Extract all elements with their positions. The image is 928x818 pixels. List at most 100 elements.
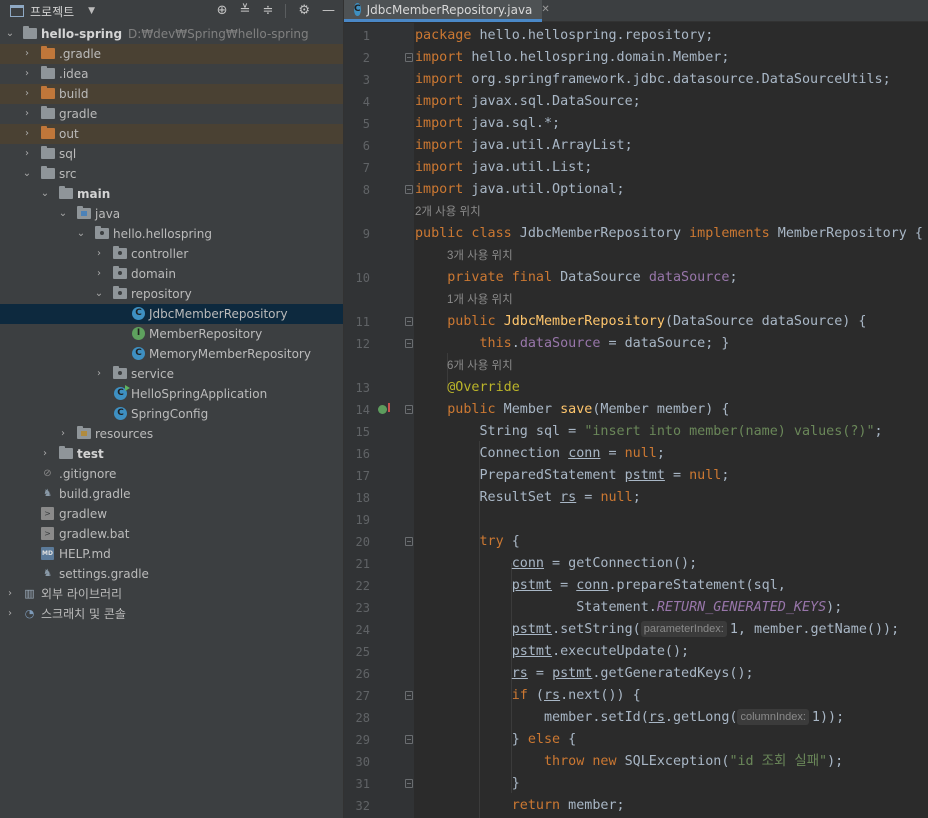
tree-item-label: .gradle [59,47,102,61]
tree-item-settings-gradle[interactable]: ♞ settings.gradle [0,564,343,584]
chevron-down-icon[interactable]: ▼ [88,6,95,16]
chevron-right-icon[interactable]: › [21,144,33,164]
code-text: try { [479,534,520,549]
tree-item-memory-member-repository[interactable]: C MemoryMemberRepository [0,344,343,364]
expand-all-icon[interactable]: ≚ [240,0,251,22]
console-icon: ◔ [24,607,35,620]
fold-marker-icon[interactable] [405,405,413,414]
line-number: 2 [362,51,370,65]
line-number: 5 [362,117,370,131]
chevron-right-icon[interactable]: › [21,44,33,64]
chevron-right-icon[interactable]: › [21,124,33,144]
chevron-right-icon[interactable]: › [4,584,16,604]
chevron-right-icon[interactable]: › [57,424,69,444]
chevron-down-icon[interactable]: ⌄ [93,284,105,304]
chevron-right-icon[interactable]: › [93,264,105,284]
collapse-all-icon[interactable]: ≑ [262,0,273,22]
class-icon: C [132,347,145,360]
fold-marker-icon[interactable] [405,53,413,62]
tree-item-label: MemoryMemberRepository [149,347,311,361]
chevron-right-icon[interactable]: › [93,364,105,384]
tree-item-build-gradle[interactable]: ♞ build.gradle [0,484,343,504]
tree-item-java[interactable]: ⌄ java [0,204,343,224]
project-panel: 프로젝트 ▼ ⊕ ≚ ≑ ⚙ — ⌄ hello-spring D:₩dev₩Sp… [0,0,343,818]
line-number: 6 [362,139,370,153]
tree-item-main[interactable]: ⌄ main [0,184,343,204]
fold-marker-icon[interactable] [405,317,413,326]
tree-item-spring-config[interactable]: C SpringConfig [0,404,343,424]
tree-item-label: 외부 라이브러리 [41,587,123,601]
project-panel-title[interactable]: 프로젝트 [30,3,74,20]
tree-item-label: HelloSpringApplication [131,387,268,401]
tree-item-jdbc-member-repository[interactable]: C JdbcMemberRepository [0,304,343,324]
tree-item-hello-hellospring[interactable]: ⌄ hello.hellospring [0,224,343,244]
close-icon[interactable]: ✕ [541,4,549,15]
chevron-right-icon[interactable]: › [21,104,33,124]
tree-item-hello-spring-application[interactable]: C HelloSpringApplication [0,384,343,404]
tree-item-test[interactable]: › test [0,444,343,464]
tree-item-help-md[interactable]: MD HELP.md [0,544,343,564]
fold-marker-icon[interactable] [405,339,413,348]
tree-item-dot-idea[interactable]: › .idea [0,64,343,84]
folder-icon [59,446,73,459]
tree-item-out[interactable]: › out [0,124,343,144]
code-text: String sql = "insert into member(name) v… [415,424,883,439]
tree-item-hello-spring[interactable]: ⌄ hello-spring D:₩dev₩Spring₩hello-spring [0,24,343,44]
usage-hint[interactable]: 3개 사용 위치 [447,245,513,267]
tree-item-label: test [77,447,104,461]
usage-hint[interactable]: 2개 사용 위치 [415,201,481,223]
usage-hint[interactable]: 1개 사용 위치 [447,289,513,311]
tree-item-build[interactable]: › build [0,84,343,104]
tree-item-gradlew-bat[interactable]: > gradlew.bat [0,524,343,544]
crosshair-icon[interactable]: ⊕ [217,0,228,22]
chevron-down-icon[interactable]: ⌄ [75,224,87,244]
chevron-right-icon[interactable]: › [21,64,33,84]
tree-item-gradle[interactable]: › gradle [0,104,343,124]
tree-item-member-repository[interactable]: I MemberRepository [0,324,343,344]
tree-item-repository[interactable]: ⌄ repository [0,284,343,304]
code-line: 12 this.dataSource = dataSource; } [344,333,928,355]
tree-item-label: java [95,207,121,221]
code-text: return member; [511,798,625,813]
line-number: 20 [355,535,370,549]
tree-item-resources[interactable]: › resources [0,424,343,444]
tree-item-controller[interactable]: › controller [0,244,343,264]
tree-item-service[interactable]: › service [0,364,343,384]
tree-item-sql[interactable]: › sql [0,144,343,164]
implements-method-icon[interactable] [378,403,390,414]
tab-jdbc-member-repository[interactable]: C JdbcMemberRepository.java ✕ [344,0,550,22]
minimize-icon[interactable]: — [322,0,335,22]
chevron-down-icon[interactable]: ⌄ [21,164,33,184]
code-line: 9 public class JdbcMemberRepository impl… [344,223,928,245]
chevron-right-icon[interactable]: › [4,604,16,624]
gradle-icon: ♞ [43,568,52,579]
code-editor[interactable]: 1 package hello.hellospring.repository; … [344,23,928,818]
chevron-right-icon[interactable]: › [21,84,33,104]
chevron-right-icon[interactable]: › [93,244,105,264]
fold-marker-icon[interactable] [405,537,413,546]
tree-item-gitignore[interactable]: ⊘ .gitignore [0,464,343,484]
gear-icon[interactable]: ⚙ [298,0,310,22]
chevron-down-icon[interactable]: ⌄ [57,204,69,224]
tree-item-external-libraries[interactable]: › ▥ 외부 라이브러리 [0,584,343,604]
code-text: import hello.hellospring.domain.Member; [415,50,730,65]
markdown-icon: MD [41,547,54,560]
chevron-down-icon[interactable]: ⌄ [4,24,16,44]
line-number: 32 [355,799,370,813]
code-line: 13 @Override [344,377,928,399]
chevron-right-icon[interactable]: › [39,444,51,464]
tree-item-label: main [77,187,111,201]
fold-marker-icon[interactable] [405,779,413,788]
code-line: 23 Statement.RETURN_GENERATED_KEYS); [344,597,928,619]
tree-item-dot-gradle[interactable]: › .gradle [0,44,343,64]
fold-marker-icon[interactable] [405,185,413,194]
tree-item-scratches-and-consoles[interactable]: › ◔ 스크래치 및 콘솔 [0,604,343,624]
chevron-down-icon[interactable]: ⌄ [39,184,51,204]
tree-item-gradlew[interactable]: > gradlew [0,504,343,524]
fold-marker-icon[interactable] [405,691,413,700]
tree-item-src[interactable]: ⌄ src [0,164,343,184]
fold-marker-icon[interactable] [405,735,413,744]
tree-item-domain[interactable]: › domain [0,264,343,284]
package-icon [95,226,109,239]
usage-hint[interactable]: 6개 사용 위치 [447,355,513,377]
